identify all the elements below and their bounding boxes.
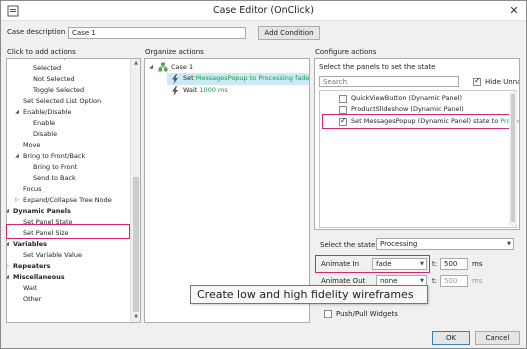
- animate-in-highlight: [315, 255, 430, 273]
- configure-actions-header: Configure actions: [315, 48, 377, 56]
- scroll-up-icon[interactable]: ▲: [131, 59, 140, 68]
- action-item[interactable]: Expand/Collapse Tree Node: [23, 195, 112, 206]
- lightning-icon: [172, 86, 178, 96]
- ms-unit: ms: [472, 260, 483, 268]
- state-select[interactable]: Processing ▼: [376, 238, 514, 250]
- hide-unnamed-checkbox[interactable]: [473, 76, 481, 86]
- hide-unnamed-label: Hide Unnamed: [485, 78, 519, 86]
- action-item[interactable]: Bring to Front: [33, 162, 77, 173]
- expanded-icon[interactable]: ◢: [7, 239, 10, 250]
- action-item[interactable]: Selected: [33, 63, 61, 74]
- organize-actions-header: Organize actions: [145, 48, 204, 56]
- ms-unit: ms: [472, 277, 483, 285]
- actions-tree-scrollbar[interactable]: ▲ ▼: [130, 59, 140, 322]
- window-title: Case Editor (OnClick): [213, 5, 314, 16]
- animate-out-duration[interactable]: [440, 275, 468, 287]
- action-item[interactable]: Focus: [23, 184, 42, 195]
- close-icon[interactable]: ✕: [505, 3, 523, 19]
- action-verb: Set: [183, 74, 196, 82]
- chevron-down-icon: ▼: [507, 241, 511, 247]
- action-detail: 1000 ms: [199, 86, 228, 94]
- action-item[interactable]: Disable: [33, 129, 57, 140]
- organize-actions-panel: ◢ Case 1 Set MessagesPopup to Processing…: [144, 58, 310, 323]
- action-item[interactable]: Set Selected List Option: [23, 96, 101, 107]
- lightning-icon: [172, 74, 178, 84]
- animate-in-time-label: t:: [432, 260, 438, 268]
- expanded-icon[interactable]: ◢: [14, 151, 20, 162]
- title-bar: Case Editor (OnClick) ✕: [1, 1, 526, 21]
- selected-panel-highlight: [322, 114, 516, 129]
- animate-out-time-label: t:: [432, 277, 438, 285]
- panels-list: QuickViewButton (Dynamic Panel) ProductS…: [319, 90, 519, 228]
- select-state-label: Select the state: [320, 241, 376, 249]
- panel-checkbox[interactable]: [339, 95, 347, 103]
- panels-scrollbar[interactable]: [509, 92, 517, 226]
- action-item[interactable]: Toggle Selected: [33, 85, 84, 96]
- push-pull-label: Push/Pull Widgets: [336, 310, 398, 318]
- case-label[interactable]: Case 1: [171, 62, 193, 73]
- panel-item[interactable]: QuickViewButton (Dynamic Panel): [351, 93, 462, 104]
- action-category[interactable]: Variables: [13, 239, 47, 250]
- case-description-input[interactable]: [68, 27, 246, 39]
- push-pull-checkbox[interactable]: [324, 310, 332, 318]
- expanded-icon[interactable]: ◢: [7, 272, 10, 283]
- collapsed-icon[interactable]: ▷: [7, 261, 10, 272]
- action-detail: MessagesPopup to Processing fade in: [195, 74, 310, 82]
- animate-out-label: Animate Out: [321, 277, 366, 285]
- action-category[interactable]: Dynamic Panels: [13, 206, 71, 217]
- action-item[interactable]: Other: [23, 294, 41, 305]
- select-panels-group: Select the panels to set the state Hide …: [314, 58, 520, 230]
- action-item[interactable]: Set Variable Value: [23, 250, 82, 261]
- expanded-icon[interactable]: ◢: [14, 107, 20, 118]
- search-input[interactable]: [319, 76, 459, 87]
- collapsed-icon[interactable]: ▷: [14, 195, 20, 206]
- action-row-set-panel[interactable]: Set MessagesPopup to Processing fade in: [167, 73, 310, 85]
- set-panel-state-highlight: [6, 224, 130, 239]
- scroll-thumb[interactable]: [133, 177, 139, 312]
- action-verb: Wait: [183, 86, 200, 94]
- ok-button[interactable]: OK: [432, 331, 470, 345]
- animate-in-duration[interactable]: [440, 258, 468, 270]
- scroll-down-icon[interactable]: ▼: [131, 313, 140, 322]
- tooltip: Create low and high fidelity wireframes: [190, 285, 428, 304]
- action-item[interactable]: Send to Back: [33, 173, 76, 184]
- action-category[interactable]: Miscellaneous: [13, 272, 65, 283]
- action-row-wait[interactable]: Wait 1000 ms: [167, 85, 309, 97]
- panel-checkbox[interactable]: [339, 106, 347, 114]
- case-icon: [158, 62, 168, 72]
- action-item[interactable]: Bring to Front/Back: [23, 151, 85, 162]
- case-expand-icon[interactable]: ◢: [148, 62, 154, 73]
- select-panels-label: Select the panels to set the state: [319, 63, 436, 71]
- cancel-button[interactable]: Cancel: [475, 331, 520, 345]
- action-item[interactable]: Not Selected: [33, 74, 75, 85]
- action-category[interactable]: Repeaters: [13, 261, 50, 272]
- action-item[interactable]: Wait: [23, 283, 37, 294]
- add-condition-button[interactable]: Add Condition: [258, 26, 320, 40]
- expanded-icon[interactable]: ◢: [7, 206, 10, 217]
- actions-tree-panel: Set Selected/CheckedSelectedNot Selected…: [6, 58, 141, 323]
- action-item[interactable]: Enable: [33, 118, 55, 129]
- action-item[interactable]: Enable/Disable: [23, 107, 71, 118]
- click-to-add-actions-header: Click to add actions: [7, 48, 76, 56]
- case-description-label: Case description: [7, 28, 66, 36]
- action-item[interactable]: Move: [23, 140, 40, 151]
